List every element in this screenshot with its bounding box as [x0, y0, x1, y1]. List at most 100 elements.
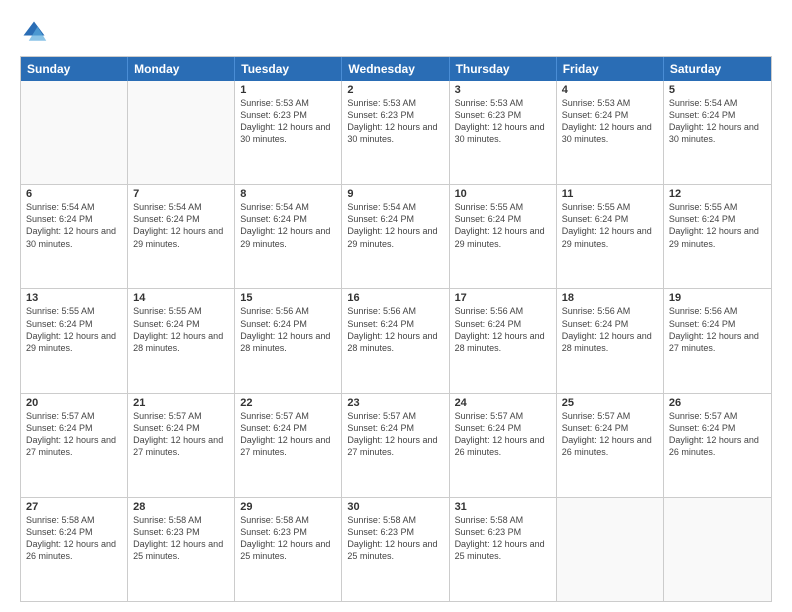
calendar-cell: 8Sunrise: 5:54 AM Sunset: 6:24 PM Daylig…	[235, 185, 342, 288]
cell-info: Sunrise: 5:54 AM Sunset: 6:24 PM Dayligh…	[26, 201, 122, 250]
cell-info: Sunrise: 5:54 AM Sunset: 6:24 PM Dayligh…	[347, 201, 443, 250]
day-number: 24	[455, 397, 551, 409]
day-number: 4	[562, 84, 658, 96]
day-number: 27	[26, 501, 122, 513]
day-number: 19	[669, 292, 766, 304]
day-number: 29	[240, 501, 336, 513]
cell-info: Sunrise: 5:58 AM Sunset: 6:23 PM Dayligh…	[240, 514, 336, 563]
cell-info: Sunrise: 5:55 AM Sunset: 6:24 PM Dayligh…	[26, 305, 122, 354]
cell-info: Sunrise: 5:58 AM Sunset: 6:23 PM Dayligh…	[133, 514, 229, 563]
cell-info: Sunrise: 5:53 AM Sunset: 6:24 PM Dayligh…	[562, 97, 658, 146]
calendar-cell: 7Sunrise: 5:54 AM Sunset: 6:24 PM Daylig…	[128, 185, 235, 288]
day-number: 7	[133, 188, 229, 200]
day-number: 28	[133, 501, 229, 513]
cell-info: Sunrise: 5:56 AM Sunset: 6:24 PM Dayligh…	[455, 305, 551, 354]
cell-info: Sunrise: 5:57 AM Sunset: 6:24 PM Dayligh…	[669, 410, 766, 459]
day-number: 20	[26, 397, 122, 409]
calendar-cell: 19Sunrise: 5:56 AM Sunset: 6:24 PM Dayli…	[664, 289, 771, 392]
day-number: 26	[669, 397, 766, 409]
calendar-cell: 17Sunrise: 5:56 AM Sunset: 6:24 PM Dayli…	[450, 289, 557, 392]
cell-info: Sunrise: 5:53 AM Sunset: 6:23 PM Dayligh…	[347, 97, 443, 146]
cell-info: Sunrise: 5:57 AM Sunset: 6:24 PM Dayligh…	[133, 410, 229, 459]
day-number: 15	[240, 292, 336, 304]
calendar-row-3: 13Sunrise: 5:55 AM Sunset: 6:24 PM Dayli…	[21, 289, 771, 393]
calendar-cell: 14Sunrise: 5:55 AM Sunset: 6:24 PM Dayli…	[128, 289, 235, 392]
header-day-thursday: Thursday	[450, 57, 557, 81]
logo	[20, 18, 52, 46]
day-number: 23	[347, 397, 443, 409]
day-number: 14	[133, 292, 229, 304]
calendar-cell	[664, 498, 771, 601]
calendar-header: SundayMondayTuesdayWednesdayThursdayFrid…	[21, 57, 771, 81]
day-number: 11	[562, 188, 658, 200]
calendar-cell: 1Sunrise: 5:53 AM Sunset: 6:23 PM Daylig…	[235, 81, 342, 184]
day-number: 13	[26, 292, 122, 304]
header-day-friday: Friday	[557, 57, 664, 81]
header-day-tuesday: Tuesday	[235, 57, 342, 81]
header	[20, 18, 772, 46]
calendar-cell: 13Sunrise: 5:55 AM Sunset: 6:24 PM Dayli…	[21, 289, 128, 392]
calendar-cell: 11Sunrise: 5:55 AM Sunset: 6:24 PM Dayli…	[557, 185, 664, 288]
calendar-cell: 22Sunrise: 5:57 AM Sunset: 6:24 PM Dayli…	[235, 394, 342, 497]
calendar-cell: 6Sunrise: 5:54 AM Sunset: 6:24 PM Daylig…	[21, 185, 128, 288]
calendar-row-5: 27Sunrise: 5:58 AM Sunset: 6:24 PM Dayli…	[21, 498, 771, 601]
day-number: 18	[562, 292, 658, 304]
cell-info: Sunrise: 5:58 AM Sunset: 6:23 PM Dayligh…	[455, 514, 551, 563]
cell-info: Sunrise: 5:57 AM Sunset: 6:24 PM Dayligh…	[455, 410, 551, 459]
day-number: 3	[455, 84, 551, 96]
cell-info: Sunrise: 5:55 AM Sunset: 6:24 PM Dayligh…	[455, 201, 551, 250]
calendar-row-4: 20Sunrise: 5:57 AM Sunset: 6:24 PM Dayli…	[21, 394, 771, 498]
day-number: 17	[455, 292, 551, 304]
day-number: 22	[240, 397, 336, 409]
calendar-row-1: 1Sunrise: 5:53 AM Sunset: 6:23 PM Daylig…	[21, 81, 771, 185]
cell-info: Sunrise: 5:57 AM Sunset: 6:24 PM Dayligh…	[240, 410, 336, 459]
calendar-cell	[21, 81, 128, 184]
day-number: 25	[562, 397, 658, 409]
cell-info: Sunrise: 5:56 AM Sunset: 6:24 PM Dayligh…	[347, 305, 443, 354]
cell-info: Sunrise: 5:55 AM Sunset: 6:24 PM Dayligh…	[562, 201, 658, 250]
header-day-wednesday: Wednesday	[342, 57, 449, 81]
cell-info: Sunrise: 5:58 AM Sunset: 6:24 PM Dayligh…	[26, 514, 122, 563]
calendar-cell: 15Sunrise: 5:56 AM Sunset: 6:24 PM Dayli…	[235, 289, 342, 392]
calendar-cell: 4Sunrise: 5:53 AM Sunset: 6:24 PM Daylig…	[557, 81, 664, 184]
calendar-cell: 20Sunrise: 5:57 AM Sunset: 6:24 PM Dayli…	[21, 394, 128, 497]
cell-info: Sunrise: 5:55 AM Sunset: 6:24 PM Dayligh…	[669, 201, 766, 250]
calendar-cell: 24Sunrise: 5:57 AM Sunset: 6:24 PM Dayli…	[450, 394, 557, 497]
cell-info: Sunrise: 5:55 AM Sunset: 6:24 PM Dayligh…	[133, 305, 229, 354]
calendar-cell: 9Sunrise: 5:54 AM Sunset: 6:24 PM Daylig…	[342, 185, 449, 288]
calendar-cell: 2Sunrise: 5:53 AM Sunset: 6:23 PM Daylig…	[342, 81, 449, 184]
header-day-sunday: Sunday	[21, 57, 128, 81]
day-number: 30	[347, 501, 443, 513]
cell-info: Sunrise: 5:54 AM Sunset: 6:24 PM Dayligh…	[240, 201, 336, 250]
cell-info: Sunrise: 5:53 AM Sunset: 6:23 PM Dayligh…	[240, 97, 336, 146]
calendar-cell: 25Sunrise: 5:57 AM Sunset: 6:24 PM Dayli…	[557, 394, 664, 497]
calendar-cell: 26Sunrise: 5:57 AM Sunset: 6:24 PM Dayli…	[664, 394, 771, 497]
cell-info: Sunrise: 5:57 AM Sunset: 6:24 PM Dayligh…	[562, 410, 658, 459]
calendar: SundayMondayTuesdayWednesdayThursdayFrid…	[20, 56, 772, 602]
page: SundayMondayTuesdayWednesdayThursdayFrid…	[0, 0, 792, 612]
calendar-cell: 23Sunrise: 5:57 AM Sunset: 6:24 PM Dayli…	[342, 394, 449, 497]
logo-icon	[20, 18, 48, 46]
day-number: 9	[347, 188, 443, 200]
day-number: 12	[669, 188, 766, 200]
day-number: 2	[347, 84, 443, 96]
calendar-cell: 29Sunrise: 5:58 AM Sunset: 6:23 PM Dayli…	[235, 498, 342, 601]
calendar-cell: 27Sunrise: 5:58 AM Sunset: 6:24 PM Dayli…	[21, 498, 128, 601]
calendar-cell: 16Sunrise: 5:56 AM Sunset: 6:24 PM Dayli…	[342, 289, 449, 392]
calendar-cell: 21Sunrise: 5:57 AM Sunset: 6:24 PM Dayli…	[128, 394, 235, 497]
calendar-cell: 10Sunrise: 5:55 AM Sunset: 6:24 PM Dayli…	[450, 185, 557, 288]
calendar-cell: 5Sunrise: 5:54 AM Sunset: 6:24 PM Daylig…	[664, 81, 771, 184]
day-number: 1	[240, 84, 336, 96]
calendar-cell: 3Sunrise: 5:53 AM Sunset: 6:23 PM Daylig…	[450, 81, 557, 184]
cell-info: Sunrise: 5:57 AM Sunset: 6:24 PM Dayligh…	[347, 410, 443, 459]
day-number: 8	[240, 188, 336, 200]
cell-info: Sunrise: 5:58 AM Sunset: 6:23 PM Dayligh…	[347, 514, 443, 563]
header-day-monday: Monday	[128, 57, 235, 81]
cell-info: Sunrise: 5:57 AM Sunset: 6:24 PM Dayligh…	[26, 410, 122, 459]
day-number: 10	[455, 188, 551, 200]
cell-info: Sunrise: 5:56 AM Sunset: 6:24 PM Dayligh…	[562, 305, 658, 354]
day-number: 16	[347, 292, 443, 304]
cell-info: Sunrise: 5:56 AM Sunset: 6:24 PM Dayligh…	[240, 305, 336, 354]
day-number: 31	[455, 501, 551, 513]
calendar-cell	[557, 498, 664, 601]
